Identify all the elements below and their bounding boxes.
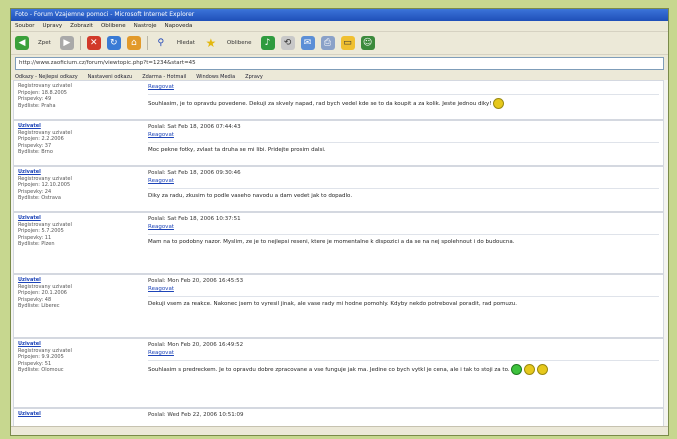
- toolbar: ◀ Zpet ▶ ✕ ↻ ⌂ ⚲ Hledat ★ Oblibene ♪ ⟲ ✉…: [11, 32, 668, 55]
- author-location: Bydliste: Ostrava: [18, 195, 61, 201]
- forum-post: Uzivatel Registrovany uzivatel Pripojen:…: [13, 120, 664, 166]
- smiley-icon: [536, 364, 548, 375]
- reply-link[interactable]: Reagovat: [148, 223, 659, 231]
- menu-view[interactable]: Zobrazit: [70, 21, 93, 31]
- print-icon[interactable]: ⎙: [320, 36, 335, 50]
- forum-post: Uzivatel Registrovany uzivatel Pripojen:…: [13, 212, 664, 274]
- post-header: Poslal: Mon Feb 20, 2006 16:45:53: [148, 278, 244, 284]
- reply-link[interactable]: Reagovat: [148, 349, 659, 357]
- post-text: Moc pekne fotky, zvlast ta druha se mi l…: [148, 147, 326, 153]
- author-location: Bydliste: Plzen: [18, 241, 55, 247]
- back-icon[interactable]: ◀: [15, 36, 29, 50]
- address-input[interactable]: http://www.zaoficium.cz/forum/viewtopic.…: [15, 57, 664, 70]
- post-text: Souhlasim s predreckem. Je to opravdu do…: [148, 367, 510, 373]
- favorites-button[interactable]: Oblibene: [224, 36, 255, 50]
- divider: [148, 188, 659, 189]
- window-title: Foto - Forum Vzajemne pomoci - Microsoft…: [11, 9, 668, 21]
- menu-help[interactable]: Napoveda: [165, 21, 193, 31]
- history-icon[interactable]: ⟲: [280, 36, 295, 50]
- divider: [148, 234, 659, 235]
- smiley-icon: [511, 364, 523, 375]
- folder-icon[interactable]: ▭: [340, 36, 355, 50]
- search-icon[interactable]: ⚲: [154, 36, 168, 50]
- post-body: Poslal: Mon Feb 20, 2006 16:49:52 Reagov…: [148, 341, 659, 375]
- author-location: Bydliste: Liberec: [18, 303, 60, 309]
- favorites-star-icon[interactable]: ★: [204, 36, 218, 50]
- reply-link[interactable]: Reagovat: [148, 131, 659, 139]
- forum-content: Registrovany uzivatel Pripojen: 18.8.200…: [11, 80, 668, 435]
- messenger-icon[interactable]: ☺: [360, 36, 375, 50]
- divider: [148, 296, 659, 297]
- author-location: Bydliste: Praha: [18, 102, 56, 109]
- post-header: Poslal: Wed Feb 22, 2006 10:51:09: [148, 412, 244, 418]
- divider: [148, 94, 659, 95]
- reply-link[interactable]: Reagovat: [148, 285, 659, 293]
- post-author-info: Registrovany uzivatel Pripojen: 18.8.200…: [18, 83, 138, 109]
- search-button[interactable]: Hledat: [174, 36, 198, 50]
- status-bar: [11, 426, 668, 435]
- post-header: Poslal: Sat Feb 18, 2006 10:37:51: [148, 216, 241, 222]
- toolbar-separator: [79, 36, 81, 50]
- post-text: Dekuji vsem za reakce. Nakonec jsem to v…: [148, 301, 518, 307]
- forward-icon[interactable]: ▶: [59, 36, 74, 50]
- menu-edit[interactable]: Upravy: [42, 21, 62, 31]
- smiley-icon: [524, 364, 536, 375]
- home-icon[interactable]: ⌂: [126, 36, 141, 50]
- browser-window: Foto - Forum Vzajemne pomoci - Microsoft…: [10, 8, 669, 436]
- divider: [148, 142, 659, 143]
- post-author-info: Uzivatel Registrovany uzivatel Pripojen:…: [18, 277, 138, 310]
- stop-icon[interactable]: ✕: [86, 36, 101, 50]
- author-location: Bydliste: Brno: [18, 149, 53, 155]
- post-header: Poslal: Sat Feb 18, 2006 07:44:43: [148, 124, 241, 130]
- refresh-icon[interactable]: ↻: [106, 36, 121, 50]
- post-author-info: Uzivatel Registrovany uzivatel Pripojen:…: [18, 215, 138, 248]
- menu-favorites[interactable]: Oblibene: [101, 21, 126, 31]
- smiley-icon: [493, 98, 505, 109]
- post-author-info: Uzivatel: [18, 411, 138, 418]
- post-body: Poslal: Sat Feb 18, 2006 07:44:43 Reagov…: [148, 123, 659, 154]
- reply-link[interactable]: Reagovat: [148, 177, 659, 185]
- post-body: Poslal: Sat Feb 18, 2006 10:37:51 Reagov…: [148, 215, 659, 246]
- post-text: Diky za radu, zkusim to podle vaseho nav…: [148, 193, 353, 199]
- menu-tools[interactable]: Nastroje: [134, 21, 157, 31]
- post-body: Poslal: Wed Feb 22, 2006 10:51:09: [148, 411, 659, 419]
- forum-post: Registrovany uzivatel Pripojen: 18.8.200…: [13, 80, 664, 120]
- forum-post: Uzivatel Registrovany uzivatel Pripojen:…: [13, 338, 664, 408]
- post-body: Poslal: Sat Feb 18, 2006 09:30:46 Reagov…: [148, 169, 659, 200]
- post-author-info: Uzivatel Registrovany uzivatel Pripojen:…: [18, 169, 138, 202]
- post-author-info: Uzivatel Registrovany uzivatel Pripojen:…: [18, 123, 138, 156]
- menu-bar: Soubor Upravy Zobrazit Oblibene Nastroje…: [11, 21, 668, 32]
- mail-icon[interactable]: ✉: [300, 36, 315, 50]
- back-button[interactable]: Zpet: [35, 36, 54, 50]
- post-text: Souhlasim, je to opravdu povedene. Dekuj…: [148, 101, 492, 107]
- post-body: Poslal: Mon Feb 20, 2006 16:45:53 Reagov…: [148, 277, 659, 308]
- forum-post: Uzivatel Registrovany uzivatel Pripojen:…: [13, 274, 664, 338]
- post-header: Poslal: Mon Feb 20, 2006 16:49:52: [148, 342, 244, 348]
- media-icon[interactable]: ♪: [260, 36, 275, 50]
- author-name[interactable]: Uzivatel: [18, 411, 138, 418]
- post-text: Mam na to podobny nazor. Myslim, ze je t…: [148, 239, 515, 245]
- post-author-info: Uzivatel Registrovany uzivatel Pripojen:…: [18, 341, 138, 374]
- toolbar-separator: [146, 36, 148, 50]
- divider: [148, 360, 659, 361]
- post-body: Reagovat Souhlasim, je to opravdu povede…: [148, 83, 659, 109]
- menu-file[interactable]: Soubor: [15, 21, 34, 31]
- post-header: Poslal: Sat Feb 18, 2006 09:30:46: [148, 170, 241, 176]
- forum-post: Uzivatel Registrovany uzivatel Pripojen:…: [13, 166, 664, 212]
- reply-link[interactable]: Reagovat: [148, 83, 659, 91]
- author-location: Bydliste: Olomouc: [18, 367, 64, 373]
